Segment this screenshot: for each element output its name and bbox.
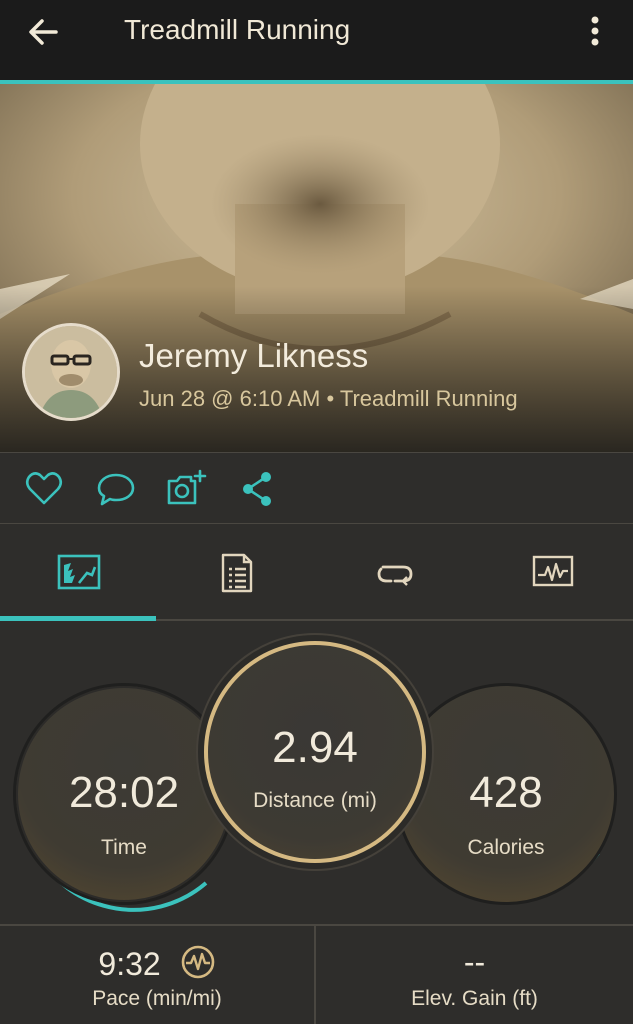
stats-tab-icon xyxy=(57,554,101,590)
add-photo-icon xyxy=(167,469,207,505)
time-value: 28:02 xyxy=(68,768,180,817)
share-button[interactable] xyxy=(236,467,280,511)
laps-tab-icon xyxy=(377,565,413,586)
social-action-bar xyxy=(0,452,633,524)
pace-label: Pace (min/mi) xyxy=(92,987,222,1010)
time-label: Time xyxy=(101,836,147,859)
comment-icon xyxy=(97,473,135,506)
hero-photo: Jeremy Likness Jun 28 @ 6:10 AM • Treadm… xyxy=(0,84,633,452)
tab-stats[interactable] xyxy=(0,525,158,621)
distance-value: 2.94 xyxy=(272,723,358,772)
tab-charts[interactable] xyxy=(474,525,632,621)
pace-metric: 9:32 Pace (min/mi) xyxy=(0,926,314,1024)
time-stat: 28:02 Time xyxy=(13,683,235,905)
tab-laps[interactable] xyxy=(316,525,474,621)
metric-divider xyxy=(314,926,316,1024)
avatar[interactable] xyxy=(22,323,120,421)
avatar-image xyxy=(25,326,117,418)
elevation-value: -- xyxy=(463,944,486,980)
details-tab-icon xyxy=(221,553,253,593)
tab-details[interactable] xyxy=(158,525,316,621)
more-vertical-icon xyxy=(591,16,599,46)
calories-label: Calories xyxy=(467,836,545,859)
chart-tab-icon xyxy=(532,555,574,587)
author-name[interactable]: Jeremy Likness xyxy=(139,337,368,375)
comment-button[interactable] xyxy=(94,467,138,511)
elevation-metric: -- Elev. Gain (ft) xyxy=(316,926,633,1024)
like-button[interactable] xyxy=(22,467,66,511)
pace-value-row: 9:32 xyxy=(0,944,314,983)
metrics-row: 9:32 Pace (min/mi) -- Elev. Gain (ft) xyxy=(0,924,633,1024)
app-bar: Treadmill Running xyxy=(0,0,633,80)
distance-label: Distance (mi) xyxy=(253,789,377,812)
heart-rate-icon[interactable] xyxy=(180,944,216,980)
page-title: Treadmill Running xyxy=(124,14,351,45)
add-photo-button[interactable] xyxy=(165,467,209,511)
tab-bar xyxy=(0,525,633,621)
activity-meta: Jun 28 @ 6:10 AM • Treadmill Running xyxy=(139,386,518,411)
selected-tab-indicator xyxy=(0,616,156,621)
back-button[interactable] xyxy=(20,10,70,54)
elevation-label: Elev. Gain (ft) xyxy=(411,987,538,1010)
calories-value: 428 xyxy=(469,768,543,817)
heart-icon xyxy=(25,472,63,505)
stats-summary: 28:02 Time 428 Calories 2.94 Distance (m… xyxy=(0,623,633,923)
share-icon xyxy=(243,472,271,506)
calories-stat: 428 Calories xyxy=(395,683,617,905)
pace-value: 9:32 xyxy=(98,946,161,982)
more-options-button[interactable] xyxy=(580,10,610,54)
arrow-left-icon xyxy=(29,19,58,45)
distance-stat: 2.94 Distance (mi) xyxy=(204,641,426,863)
